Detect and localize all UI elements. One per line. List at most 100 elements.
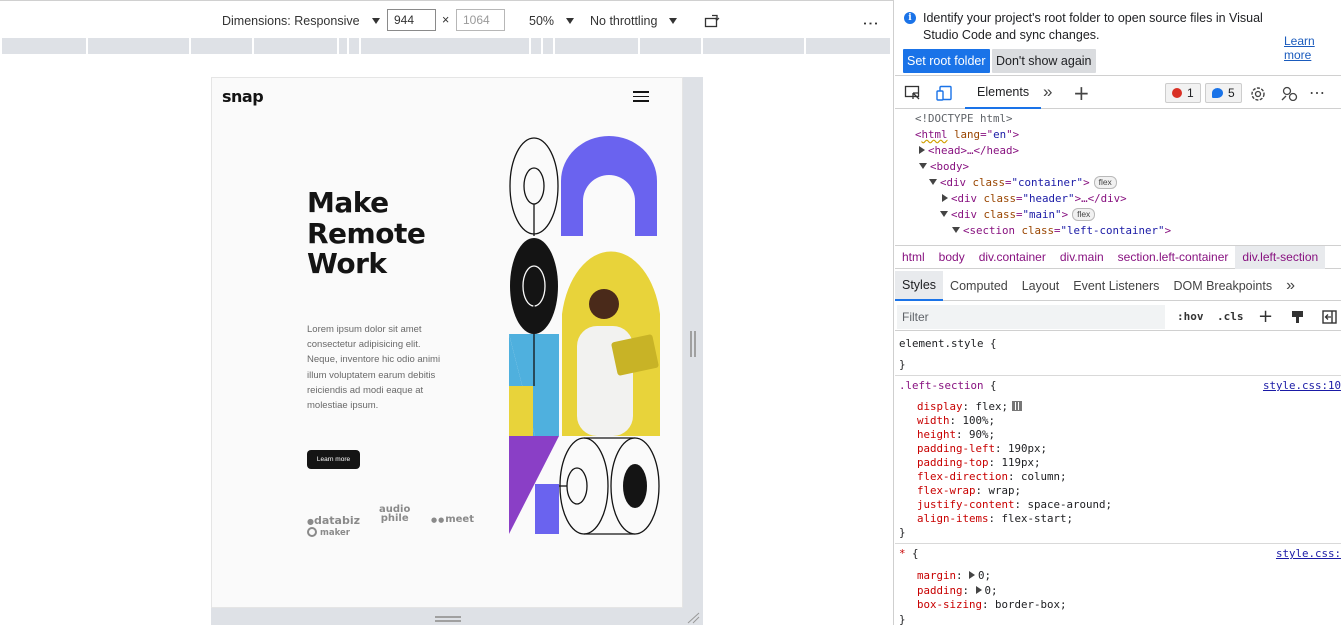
tab-styles[interactable]: Styles [895,270,944,301]
tab-computed[interactable]: Computed [943,271,1015,301]
rule-selector[interactable]: * { [899,547,919,560]
css-property[interactable]: flex-direction: column; [917,470,1067,483]
more-tabs-icon[interactable]: » [1043,82,1052,102]
source-link[interactable]: style.css:10 [1263,379,1341,392]
element-style-selector[interactable]: element.style { [899,337,997,350]
media-query-segment[interactable] [703,38,804,54]
tab-event-listeners[interactable]: Event Listeners [1066,271,1166,301]
rule-selector[interactable]: .left-section { [899,379,997,392]
throttling-dropdown[interactable]: No throttling [590,6,678,36]
expand-arrow-icon[interactable] [969,571,976,579]
site-logo[interactable]: snap [222,87,264,106]
breadcrumb-item[interactable]: div.main [1053,246,1111,269]
media-query-segment[interactable] [88,38,189,54]
toggle-sidebar-icon[interactable] [1322,310,1337,324]
rule-divider [895,543,1341,544]
hov-button[interactable]: :hov [1177,310,1204,323]
css-property[interactable]: flex-wrap: wrap; [917,484,1021,497]
media-query-segment[interactable] [639,38,702,54]
resize-corner-icon[interactable] [686,612,700,624]
rotate-icon[interactable] [704,13,722,29]
css-property[interactable]: padding-top: 119px; [917,456,1041,469]
media-query-segment[interactable] [360,38,530,54]
tab-dom-breakpoints[interactable]: DOM Breakpoints [1166,271,1279,301]
media-query-segment[interactable] [339,38,348,54]
media-query-ruler[interactable] [2,38,892,54]
media-query-segment[interactable] [554,38,638,54]
media-query-segment[interactable] [531,38,541,54]
cls-button[interactable]: .cls [1217,310,1244,323]
breadcrumb-item[interactable]: html [895,246,932,269]
dimensions-dropdown[interactable]: Dimensions: Responsive [222,6,380,36]
add-rule-icon[interactable]: + [1258,306,1273,327]
media-query-segment[interactable] [805,38,891,54]
dom-node-left-container[interactable]: <section class="left-container"> [952,223,1171,239]
width-input[interactable]: 944 [387,9,436,31]
tab-elements[interactable]: Elements [965,77,1042,109]
learn-more-button[interactable]: Learn more [307,450,360,469]
flex-badge[interactable]: flex [1072,208,1096,221]
dom-node-header[interactable]: <div class="header">…</div> [942,191,1127,207]
expand-arrow-icon[interactable] [919,146,925,154]
set-root-folder-button[interactable]: Set root folder [903,49,990,73]
property-name: height [917,428,957,441]
css-property[interactable]: padding-left: 190px; [917,442,1047,455]
media-query-segment[interactable] [542,38,553,54]
flex-badge[interactable]: flex [1093,176,1117,189]
more-menu-icon[interactable]: ⋯ [1309,83,1325,103]
add-tab-icon[interactable]: + [1073,81,1090,105]
resize-handle-vertical-icon[interactable] [435,616,461,622]
styles-pane[interactable]: element.style { } .left-section { style.… [895,332,1341,625]
breadcrumb-item[interactable]: section.left-container [1111,246,1236,269]
dom-node-body[interactable]: <body> [919,159,969,175]
zoom-dropdown[interactable]: 50% [529,6,575,36]
css-property[interactable]: width: 100%; [917,414,995,427]
collapse-arrow-icon[interactable] [940,211,948,217]
dom-tag: <section [963,224,1016,237]
breadcrumb-item-selected[interactable]: div.left-section [1235,245,1326,269]
expand-arrow-icon[interactable] [942,194,948,202]
css-property[interactable]: height: 90%; [917,428,995,441]
breadcrumb-item[interactable]: body [932,246,972,269]
filter-input[interactable]: Filter [897,305,1165,329]
dom-node-container[interactable]: <div class="container"> flex [929,175,1117,191]
source-link[interactable]: style.css: [1276,547,1341,560]
resize-handle-horizontal-icon[interactable] [690,331,696,357]
more-tabs-icon[interactable]: » [1279,271,1302,301]
media-query-segment[interactable] [190,38,253,54]
messages-badge[interactable]: 5 [1205,83,1242,103]
learn-more-link[interactable]: Learn more [1284,34,1341,62]
css-property[interactable]: display: flex; [917,400,1023,413]
css-property[interactable]: box-sizing: border-box; [917,598,1067,611]
flexbox-editor-icon[interactable] [1012,401,1023,411]
media-query-segment[interactable] [2,38,87,54]
css-property[interactable]: align-items: flex-start; [917,512,1073,525]
customize-icon[interactable] [1281,85,1299,101]
paint-brush-icon[interactable] [1291,310,1305,324]
breadcrumb-item[interactable]: div.container [972,246,1053,269]
settings-gear-icon[interactable] [1249,85,1267,101]
css-property[interactable]: justify-content: space-around; [917,498,1112,511]
device-emulation-icon[interactable] [936,85,954,101]
css-property[interactable]: margin: 0; [917,569,991,582]
property-name: justify-content [917,498,1015,511]
dom-tree[interactable]: <!DOCTYPE html> <html lang="en"> <head>…… [895,110,1341,244]
tab-layout[interactable]: Layout [1015,271,1067,301]
dom-node-doctype[interactable]: <!DOCTYPE html> [915,111,1013,127]
css-property[interactable]: padding: 0; [917,584,998,597]
dom-node-html[interactable]: <html lang="en"> [915,127,1019,143]
more-options-icon[interactable]: ⋮ [861,16,881,33]
collapse-arrow-icon[interactable] [919,163,927,169]
dom-node-head[interactable]: <head>…</head> [919,143,1019,159]
inspect-element-icon[interactable] [904,85,922,101]
expand-arrow-icon[interactable] [975,586,982,594]
dont-show-again-button[interactable]: Don't show again [992,49,1096,73]
hamburger-menu-icon[interactable] [633,91,649,103]
media-query-segment[interactable] [254,38,338,54]
errors-badge[interactable]: 1 [1165,83,1201,103]
collapse-arrow-icon[interactable] [929,179,937,185]
collapse-arrow-icon[interactable] [952,227,960,233]
media-query-segment[interactable] [349,38,359,54]
dom-node-main[interactable]: <div class="main"> flex [940,207,1096,223]
height-input[interactable]: 1064 [456,9,505,31]
